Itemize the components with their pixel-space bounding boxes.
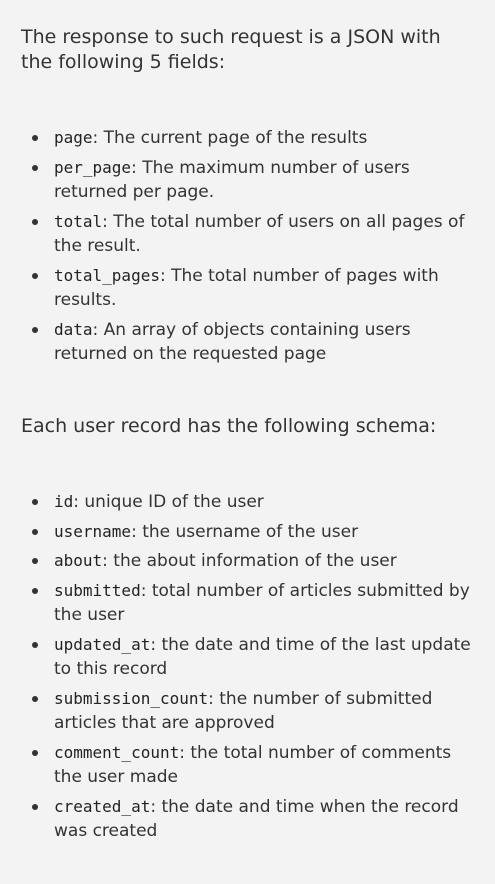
field-name: about [54, 551, 103, 570]
response-fields-list: page: The current page of the results pe… [21, 126, 481, 372]
list-item: total_pages: The total number of pages w… [21, 264, 481, 313]
field-description: : the about information of the user [102, 551, 397, 571]
field-name: per_page [54, 157, 132, 177]
list-item: id: unique ID of the user [21, 490, 481, 515]
bullet-icon [32, 528, 38, 535]
list-item: page: The current page of the results [21, 126, 481, 151]
field-name: updated_at [54, 634, 151, 654]
field-description: : The current page of the results [92, 128, 368, 148]
field-name: total [54, 211, 103, 231]
list-item: about: the about information of the user [21, 549, 481, 574]
list-item: submitted: total number of articles subm… [21, 579, 481, 628]
list-item: total: The total number of users on all … [21, 210, 481, 259]
bullet-icon [32, 641, 38, 648]
bullet-icon [32, 749, 38, 756]
list-item: updated_at: the date and time of the las… [21, 633, 481, 682]
bullet-icon [32, 499, 38, 505]
bullet-icon [32, 803, 38, 810]
list-item: created_at: the date and time when the r… [21, 795, 481, 844]
field-name: data [54, 319, 93, 339]
field-name: username [54, 521, 132, 541]
field-description: : An array of objects containing users r… [54, 319, 411, 365]
list-item: submission_count: the number of submitte… [21, 687, 481, 736]
field-name: total_pages [54, 265, 160, 285]
field-description: : The total number of users on all pages… [54, 211, 465, 257]
bullet-icon [32, 587, 38, 594]
bullet-icon [32, 695, 38, 702]
field-name: submitted [54, 580, 141, 600]
bullet-icon [32, 164, 38, 171]
bullet-icon [32, 326, 38, 333]
schema-fields-list: id: unique ID of the user username: the … [21, 490, 481, 849]
bullet-icon [32, 558, 38, 564]
list-item: per_page: The maximum number of users re… [21, 156, 481, 205]
field-description: : the username of the user [131, 521, 359, 542]
field-name: id [54, 492, 74, 511]
field-name: submission_count [54, 688, 209, 708]
bullet-icon [32, 135, 38, 141]
response-intro-paragraph: The response to such request is a JSON w… [21, 26, 441, 73]
schema-intro-paragraph: Each user record has the following schem… [21, 415, 437, 437]
bullet-icon [32, 272, 38, 279]
list-item: comment_count: the total number of comme… [21, 741, 481, 790]
field-name: comment_count [54, 742, 180, 762]
document-body: The response to such request is a JSON w… [0, 0, 495, 884]
list-item: data: An array of objects containing use… [21, 318, 481, 367]
field-name: page [54, 128, 93, 147]
list-item: username: the username of the user [21, 520, 481, 545]
bullet-icon [32, 218, 38, 225]
field-name: created_at [54, 796, 151, 816]
field-description: : unique ID of the user [73, 492, 264, 512]
